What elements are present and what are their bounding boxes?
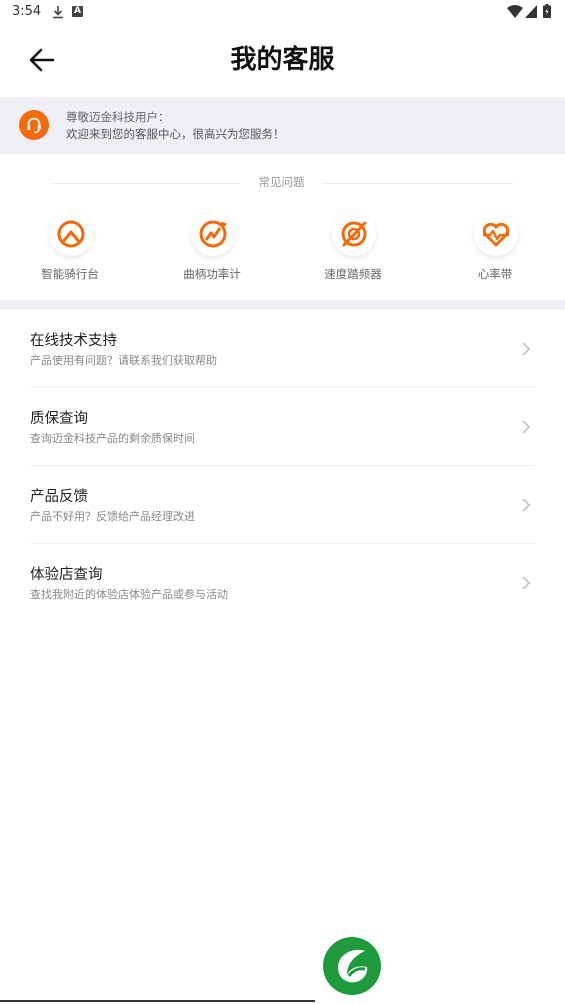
menu-item-subtitle: 查询迈金科技产品的剩余质保时间 bbox=[30, 432, 195, 445]
faq-label: 智能骑行台 bbox=[41, 267, 99, 281]
faq-icon-circle bbox=[49, 212, 93, 256]
battery-icon bbox=[543, 4, 551, 18]
menu-item-title: 体验店查询 bbox=[30, 567, 103, 583]
faq-label: 速度踏频器 bbox=[324, 267, 382, 281]
faq-icon-circle bbox=[332, 212, 376, 256]
app-notification-icon: A bbox=[72, 6, 83, 17]
customer-service-avatar bbox=[19, 110, 49, 140]
app-logo-icon bbox=[323, 937, 381, 995]
heart-rate-strap-icon bbox=[482, 222, 510, 247]
faq-label: 心率带 bbox=[477, 267, 513, 281]
navigation-handle[interactable] bbox=[0, 1000, 315, 1002]
chevron-right-icon bbox=[522, 498, 531, 512]
speed-cadence-sensor-icon bbox=[341, 221, 367, 247]
menu-item-subtitle: 产品不好用？反馈给产品经理改进 bbox=[30, 510, 195, 523]
faq-icon-circle bbox=[191, 212, 235, 256]
faq-label: 曲柄功率计 bbox=[183, 267, 241, 281]
faq-title: 常见问题 bbox=[258, 175, 305, 189]
chevron-right-icon bbox=[522, 576, 531, 590]
menu-item-title: 质保查询 bbox=[30, 411, 88, 427]
headset-icon bbox=[27, 117, 41, 134]
wifi-icon bbox=[507, 5, 523, 18]
faq-item-heart-rate-strap[interactable]: 心率带 bbox=[440, 210, 550, 286]
status-bar: 3:54 A bbox=[0, 0, 565, 24]
signal-icon bbox=[525, 5, 537, 18]
section-divider bbox=[0, 300, 565, 310]
smart-trainer-icon bbox=[57, 220, 85, 248]
status-time: 3:54 bbox=[12, 4, 42, 19]
menu-item-online-support[interactable]: 在线技术支持 产品使用有问题？请联系我们获取帮助 bbox=[30, 310, 535, 388]
faq-section-header: 常见问题 bbox=[50, 174, 513, 192]
welcome-banner: 尊敬迈金科技用户： 欢迎来到您的客服中心，很高兴为您服务！ bbox=[0, 97, 565, 154]
chevron-right-icon bbox=[522, 342, 531, 356]
faq-item-smart-trainer[interactable]: 智能骑行台 bbox=[15, 210, 125, 286]
menu-item-store-query[interactable]: 体验店查询 查找我附近的体验店体验产品或参与活动 bbox=[30, 544, 535, 622]
welcome-greeting: 尊敬迈金科技用户： bbox=[66, 110, 170, 124]
crank-power-meter-icon bbox=[199, 220, 227, 248]
menu-item-title: 产品反馈 bbox=[30, 489, 88, 505]
faq-icon-circle bbox=[474, 212, 518, 256]
download-icon bbox=[53, 6, 63, 19]
menu-item-warranty-query[interactable]: 质保查询 查询迈金科技产品的剩余质保时间 bbox=[30, 388, 535, 466]
menu-item-title: 在线技术支持 bbox=[30, 333, 117, 349]
welcome-message: 欢迎来到您的客服中心，很高兴为您服务！ bbox=[66, 127, 285, 141]
menu-item-subtitle: 查找我附近的体验店体验产品或参与活动 bbox=[30, 588, 228, 601]
faq-item-speed-cadence-sensor[interactable]: 速度踏频器 bbox=[298, 210, 408, 286]
faq-item-crank-power-meter[interactable]: 曲柄功率计 bbox=[157, 210, 267, 286]
divider bbox=[323, 183, 513, 184]
chevron-right-icon bbox=[522, 420, 531, 434]
page-title: 我的客服 bbox=[230, 45, 335, 75]
menu-item-product-feedback[interactable]: 产品反馈 产品不好用？反馈给产品经理改进 bbox=[30, 466, 535, 544]
header: 我的客服 bbox=[0, 24, 565, 96]
menu-item-subtitle: 产品使用有问题？请联系我们获取帮助 bbox=[30, 354, 217, 367]
